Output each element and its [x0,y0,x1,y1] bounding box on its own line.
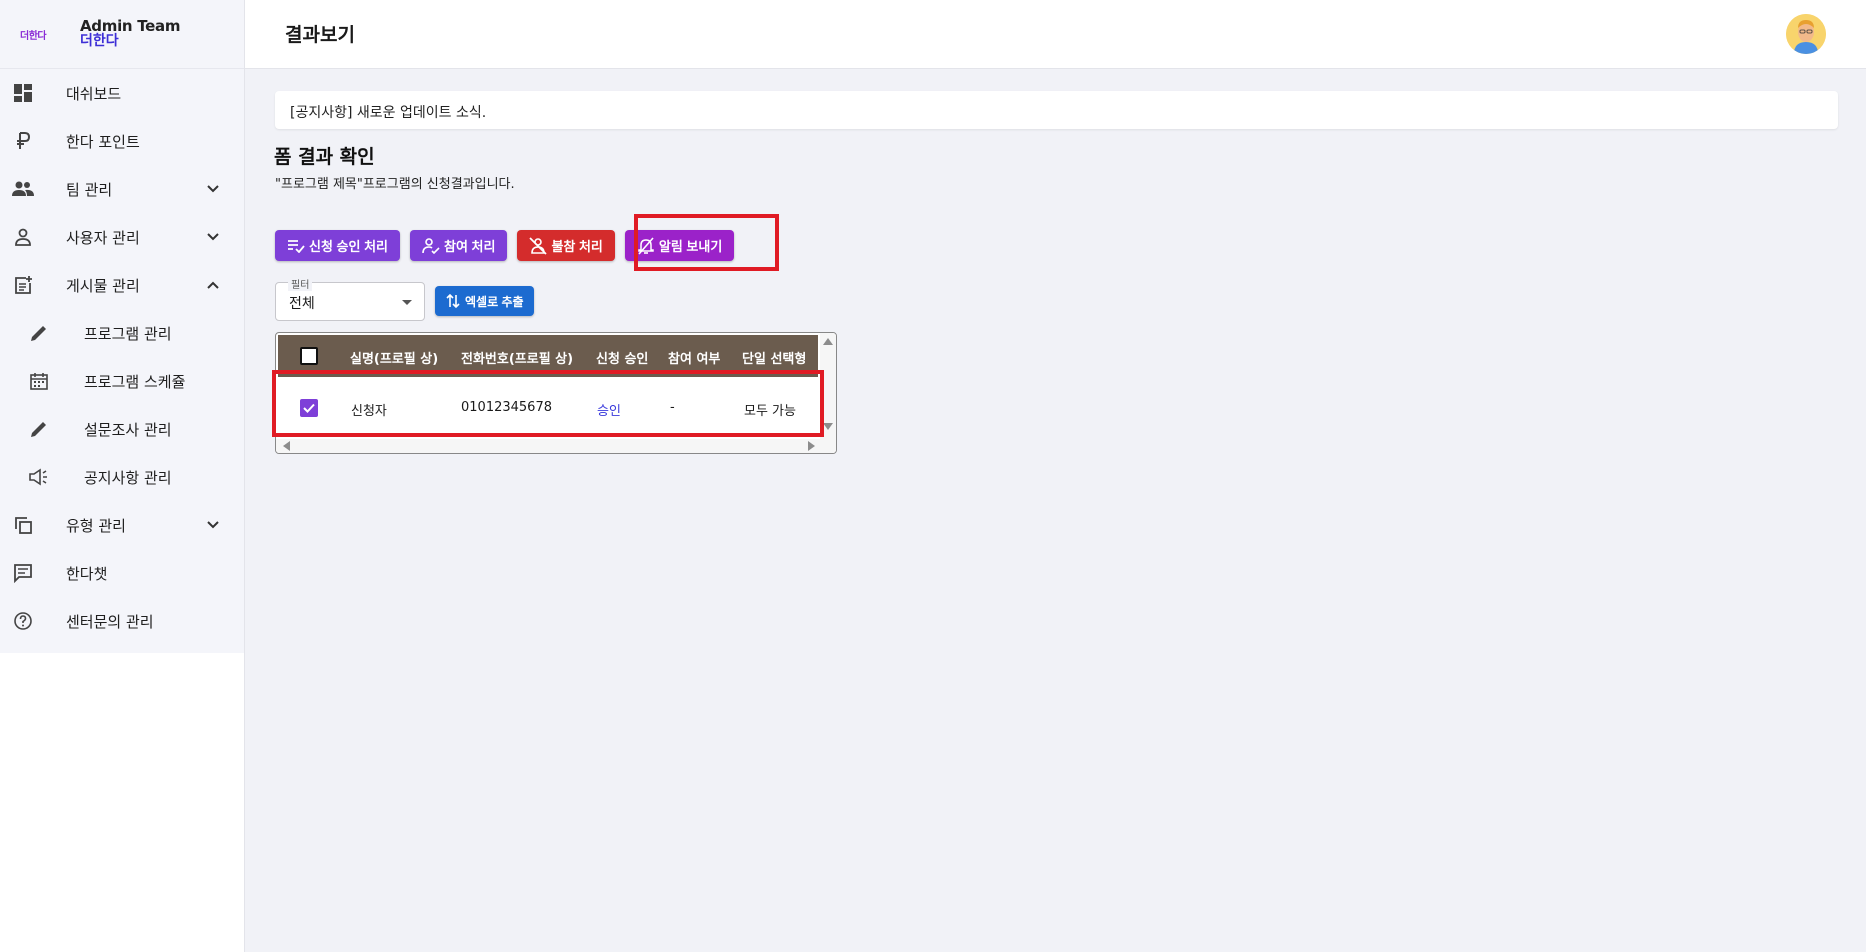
highlight-box-row [272,370,824,437]
horizontal-scrollbar[interactable] [276,439,836,453]
sidebar-nav: 대쉬보드 한다 포인트 팀 관리 사용자 관리 게시물 관리 프로그램 관리 프… [0,69,244,645]
brand-logo[interactable]: 더한다 [20,27,60,42]
sidebar-item-posts[interactable]: 게시물 관리 [0,261,244,309]
scroll-down-icon[interactable] [823,423,833,430]
list-check-icon [288,239,305,253]
sidebar-item-survey-management[interactable]: 설문조사 관리 [0,405,244,453]
column-header-attendance[interactable]: 참여 여부 [668,348,720,367]
attend-label: 참여 처리 [443,239,496,254]
approve-application-button[interactable]: 신청 승인 처리 [275,230,400,261]
sidebar-item-program-management[interactable]: 프로그램 관리 [0,309,244,357]
group-icon [12,178,34,200]
sidebar-item-label: 프로그램 스케쥴 [84,372,186,391]
sidebar-item-team[interactable]: 팀 관리 [0,165,244,213]
sidebar-item-dashboard[interactable]: 대쉬보드 [0,69,244,117]
select-all-checkbox[interactable] [300,347,318,365]
brand-sub-name: 더한다 [80,33,119,49]
sidebar-item-center-inquiry[interactable]: 센터문의 관리 [0,597,244,645]
post-add-icon [12,274,34,296]
sidebar-item-label: 게시물 관리 [66,276,140,295]
chevron-down-icon[interactable] [204,516,222,534]
chevron-down-icon[interactable] [204,180,222,198]
section-description: "프로그램 제목"프로그램의 신청결과입니다. [275,177,515,192]
export-wrapper: 엑셀로 추출 [435,286,544,316]
sidebar-item-label: 공지사항 관리 [84,468,172,487]
brand-team-name: Admin Team [80,17,181,35]
chevron-up-icon[interactable] [204,276,222,294]
sidebar-item-type-management[interactable]: 유형 관리 [0,501,244,549]
sidebar-item-label: 설문조사 관리 [84,420,172,439]
sidebar-item-program-schedule[interactable]: 프로그램 스케쥴 [0,357,244,405]
chevron-down-icon[interactable] [204,228,222,246]
person-check-icon [422,237,440,254]
person-off-icon [529,236,548,255]
absent-label: 불참 처리 [551,239,603,254]
sidebar-item-label: 한다챗 [66,564,108,583]
filter-value: 전체 [289,296,315,312]
swap-vertical-icon [446,293,460,309]
absent-button[interactable]: 불참 처리 [517,230,615,261]
sidebar-item-label: 센터문의 관리 [66,612,154,631]
sidebar-item-notice-management[interactable]: 공지사항 관리 [0,453,244,501]
sidebar-nav-bottom [0,645,244,653]
sidebar-item-label: 팀 관리 [66,180,113,199]
sidebar-item-label: 사용자 관리 [66,228,140,247]
sidebar-item-handa-point[interactable]: 한다 포인트 [0,117,244,165]
sidebar-item-label: 프로그램 관리 [84,324,172,343]
section-title: 폼 결과 확인 [274,146,375,168]
dashboard-icon [12,82,34,104]
pencil-icon [28,322,50,344]
scroll-right-icon[interactable] [808,441,815,451]
sidebar: 더한다 Admin Team 더한다 대쉬보드 한다 포인트 팀 관리 사용자 … [0,0,245,952]
calendar-icon [28,370,50,392]
attend-button[interactable]: 참여 처리 [409,230,508,261]
sidebar-item-handa-chat[interactable]: 한다챗 [0,549,244,597]
scroll-up-icon[interactable] [823,338,833,345]
column-header-approval[interactable]: 신청 승인 [596,348,648,367]
sidebar-item-users[interactable]: 사용자 관리 [0,213,244,261]
sidebar-item-label: 유형 관리 [66,516,126,535]
copy-icon [12,514,34,536]
brand-text: Admin Team 더한다 [80,19,180,49]
highlight-box-notification [634,214,779,271]
sidebar-item-label: 대쉬보드 [66,84,122,103]
notice-banner[interactable]: [공지사항] 새로운 업데이트 소식. [275,91,1838,129]
filter-select[interactable]: 필터 전체 [275,276,425,321]
approve-application-label: 신청 승인 처리 [309,239,388,254]
sidebar-item-label: 한다 포인트 [66,132,140,151]
filter-label: 필터 [288,276,313,291]
megaphone-icon [28,466,50,488]
pencil-icon [28,418,50,440]
dropdown-arrow-icon [402,300,412,305]
page-title: 결과보기 [285,24,355,46]
scroll-left-icon[interactable] [283,441,290,451]
help-icon [12,610,34,632]
column-header-single-choice[interactable]: 단일 선택형 [742,348,806,367]
export-excel-label: 엑셀로 추출 [465,294,524,309]
column-header-name[interactable]: 실명(프로필 상) [350,348,438,367]
person-icon [12,226,34,248]
chat-icon [12,562,34,584]
brand-header: 더한다 Admin Team 더한다 [0,0,244,69]
top-bar: 결과보기 [245,0,1866,69]
avatar[interactable] [1786,14,1826,54]
currency-icon [12,130,34,152]
export-excel-button[interactable]: 엑셀로 추출 [435,286,534,316]
column-header-phone[interactable]: 전화번호(프로필 상) [461,348,573,367]
